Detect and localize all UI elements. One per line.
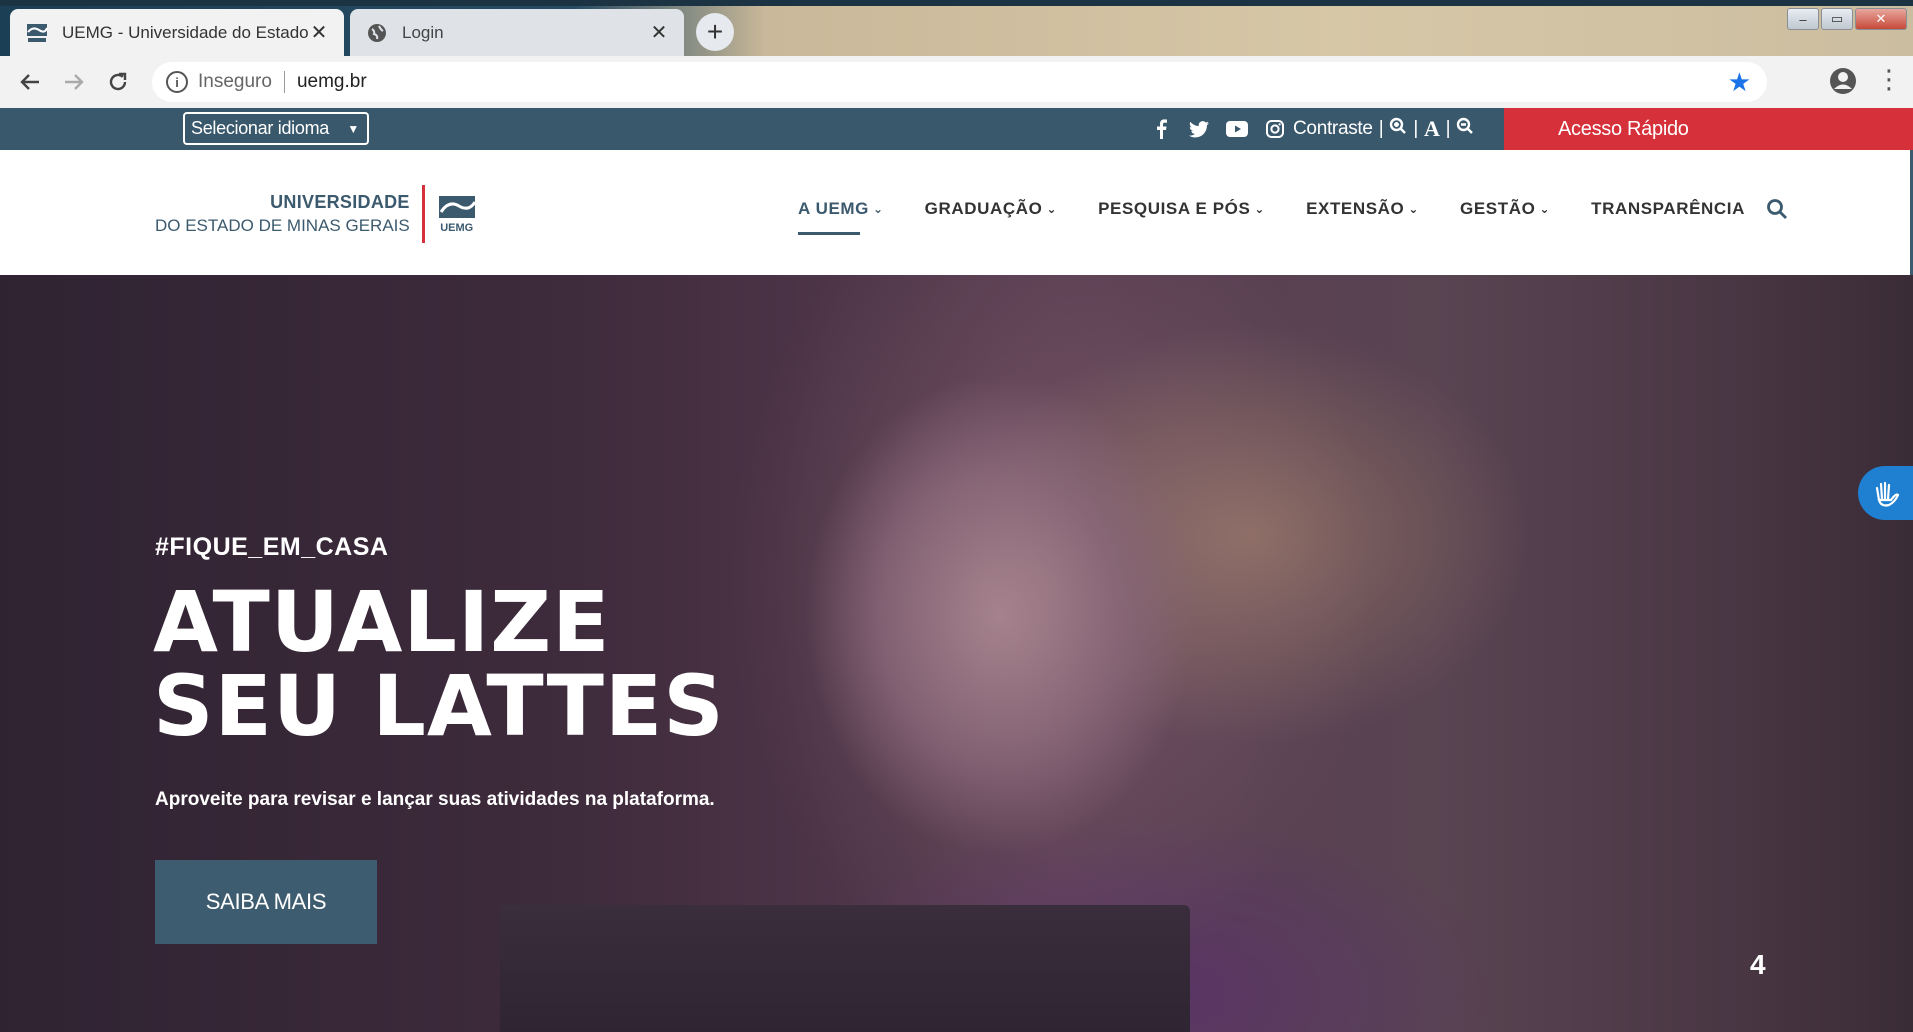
- social-links: [1150, 108, 1286, 150]
- uemg-logo[interactable]: UNIVERSIDADE DO ESTADO DE MINAS GERAIS U…: [155, 184, 477, 244]
- tab-uemg[interactable]: UEMG - Universidade do Estado ✕: [10, 9, 344, 56]
- chevron-down-icon: ⌄: [1539, 202, 1551, 216]
- facebook-icon[interactable]: [1150, 118, 1172, 140]
- hero-title-line1: ATUALIZE: [153, 573, 611, 671]
- logo-line1: UNIVERSIDADE: [270, 192, 410, 212]
- hero-subtitle: Aproveite para revisar e lançar suas ati…: [155, 789, 715, 810]
- hero-photo-laptop: [500, 905, 1190, 1032]
- window-controls: – ▭ ✕: [1787, 8, 1907, 30]
- instagram-icon[interactable]: [1264, 118, 1286, 140]
- zoom-in-icon[interactable]: [1389, 117, 1407, 141]
- nav-item-pesquisa-e-pos[interactable]: PESQUISA E PÓS ⌄: [1098, 199, 1265, 219]
- nav-item-gestao[interactable]: GESTÃO ⌄: [1460, 199, 1550, 219]
- main-navigation: A UEMG ⌄ GRADUAÇÃO ⌄ PESQUISA E PÓS ⌄ EX…: [798, 198, 1829, 235]
- separator: |: [1445, 118, 1451, 139]
- contrast-toggle[interactable]: Contraste: [1293, 118, 1373, 140]
- tab-login[interactable]: Login ✕: [350, 9, 684, 56]
- nav-item-label: TRANSPARÊNCIA: [1591, 199, 1745, 218]
- minimize-button[interactable]: –: [1787, 8, 1819, 30]
- slide-number[interactable]: 4: [1750, 949, 1766, 981]
- search-icon[interactable]: [1766, 198, 1788, 220]
- tab-close-icon[interactable]: ✕: [648, 20, 670, 45]
- browser-toolbar: i Inseguro uemg.br ★ ⋮: [0, 56, 1913, 108]
- chevron-down-icon: ⌄: [1408, 202, 1420, 216]
- maximize-button[interactable]: ▭: [1821, 8, 1853, 30]
- language-select-label: Selecionar idioma: [191, 118, 329, 138]
- tab-title: UEMG - Universidade do Estado: [62, 22, 308, 42]
- browser-titlebar: UEMG - Universidade do Estado ✕ Login ✕ …: [0, 0, 1913, 56]
- youtube-icon[interactable]: [1226, 118, 1248, 140]
- back-arrow-icon[interactable]: [8, 60, 52, 104]
- globe-icon: [364, 22, 390, 44]
- nav-item-label: EXTENSÃO: [1306, 199, 1405, 218]
- logo-text: UNIVERSIDADE DO ESTADO DE MINAS GERAIS: [155, 190, 410, 238]
- tab-close-icon[interactable]: ✕: [308, 20, 330, 45]
- sign-language-icon[interactable]: [1858, 466, 1913, 520]
- nav-item-a-uemg[interactable]: A UEMG ⌄: [798, 199, 884, 235]
- nav-item-label: GRADUAÇÃO: [924, 199, 1043, 218]
- profile-avatar-icon[interactable]: [1826, 64, 1860, 98]
- font-reset-button[interactable]: A: [1424, 116, 1440, 142]
- divider: [283, 71, 285, 93]
- security-label: Inseguro: [198, 71, 272, 92]
- chevron-down-icon: ⌄: [872, 202, 884, 216]
- hero-hashtag: #FIQUE_EM_CASA: [155, 533, 389, 561]
- uemg-emblem-icon: UEMG: [437, 194, 477, 234]
- hero-title: ATUALIZE SEU LATTES: [153, 580, 725, 748]
- quick-access-button[interactable]: Acesso Rápido: [1504, 108, 1913, 150]
- new-tab-button[interactable]: +: [696, 13, 734, 51]
- tab-title: Login: [402, 22, 444, 42]
- forward-arrow-icon[interactable]: [52, 60, 96, 104]
- separator: |: [1378, 118, 1384, 139]
- uemg-favicon-icon: [24, 22, 50, 44]
- accessibility-controls: Contraste | | A |: [1293, 108, 1474, 150]
- hero-title-line2: SEU LATTES: [153, 657, 725, 755]
- browser-menu-icon[interactable]: ⋮: [1876, 64, 1902, 95]
- logo-mark-text: UEMG: [440, 222, 474, 234]
- close-window-button[interactable]: ✕: [1855, 8, 1907, 30]
- nav-item-label: A UEMG: [798, 199, 869, 218]
- chevron-down-icon: ⌄: [1254, 202, 1266, 216]
- language-select[interactable]: Selecionar idioma ▼: [183, 112, 369, 145]
- nav-item-extensao[interactable]: EXTENSÃO ⌄: [1306, 199, 1419, 219]
- twitter-icon[interactable]: [1188, 118, 1210, 140]
- separator: |: [1413, 118, 1418, 139]
- nav-item-label: GESTÃO: [1460, 199, 1536, 218]
- caret-down-icon: ▼: [347, 121, 359, 136]
- nav-item-graduacao[interactable]: GRADUAÇÃO ⌄: [925, 199, 1057, 219]
- bookmark-star-icon[interactable]: ★: [1728, 67, 1751, 98]
- site-topbar: Selecionar idioma ▼ Contraste | | A | Ac…: [0, 108, 1913, 150]
- reload-icon[interactable]: [96, 60, 140, 104]
- zoom-out-icon[interactable]: [1456, 117, 1474, 141]
- saiba-mais-button[interactable]: SAIBA MAIS: [155, 860, 377, 944]
- site-header: UNIVERSIDADE DO ESTADO DE MINAS GERAIS U…: [0, 150, 1913, 275]
- logo-divider: [421, 185, 425, 243]
- address-bar[interactable]: i Inseguro uemg.br ★: [152, 62, 1767, 102]
- logo-line2: DO ESTADO DE MINAS GERAIS: [155, 216, 410, 235]
- url-text: uemg.br: [296, 71, 367, 92]
- hero-banner: #FIQUE_EM_CASA ATUALIZE SEU LATTES Aprov…: [0, 275, 1913, 1032]
- chevron-down-icon: ⌄: [1046, 202, 1058, 216]
- nav-item-label: PESQUISA E PÓS: [1098, 199, 1251, 218]
- info-icon[interactable]: i: [166, 71, 188, 93]
- nav-item-transparencia[interactable]: TRANSPARÊNCIA: [1591, 199, 1745, 219]
